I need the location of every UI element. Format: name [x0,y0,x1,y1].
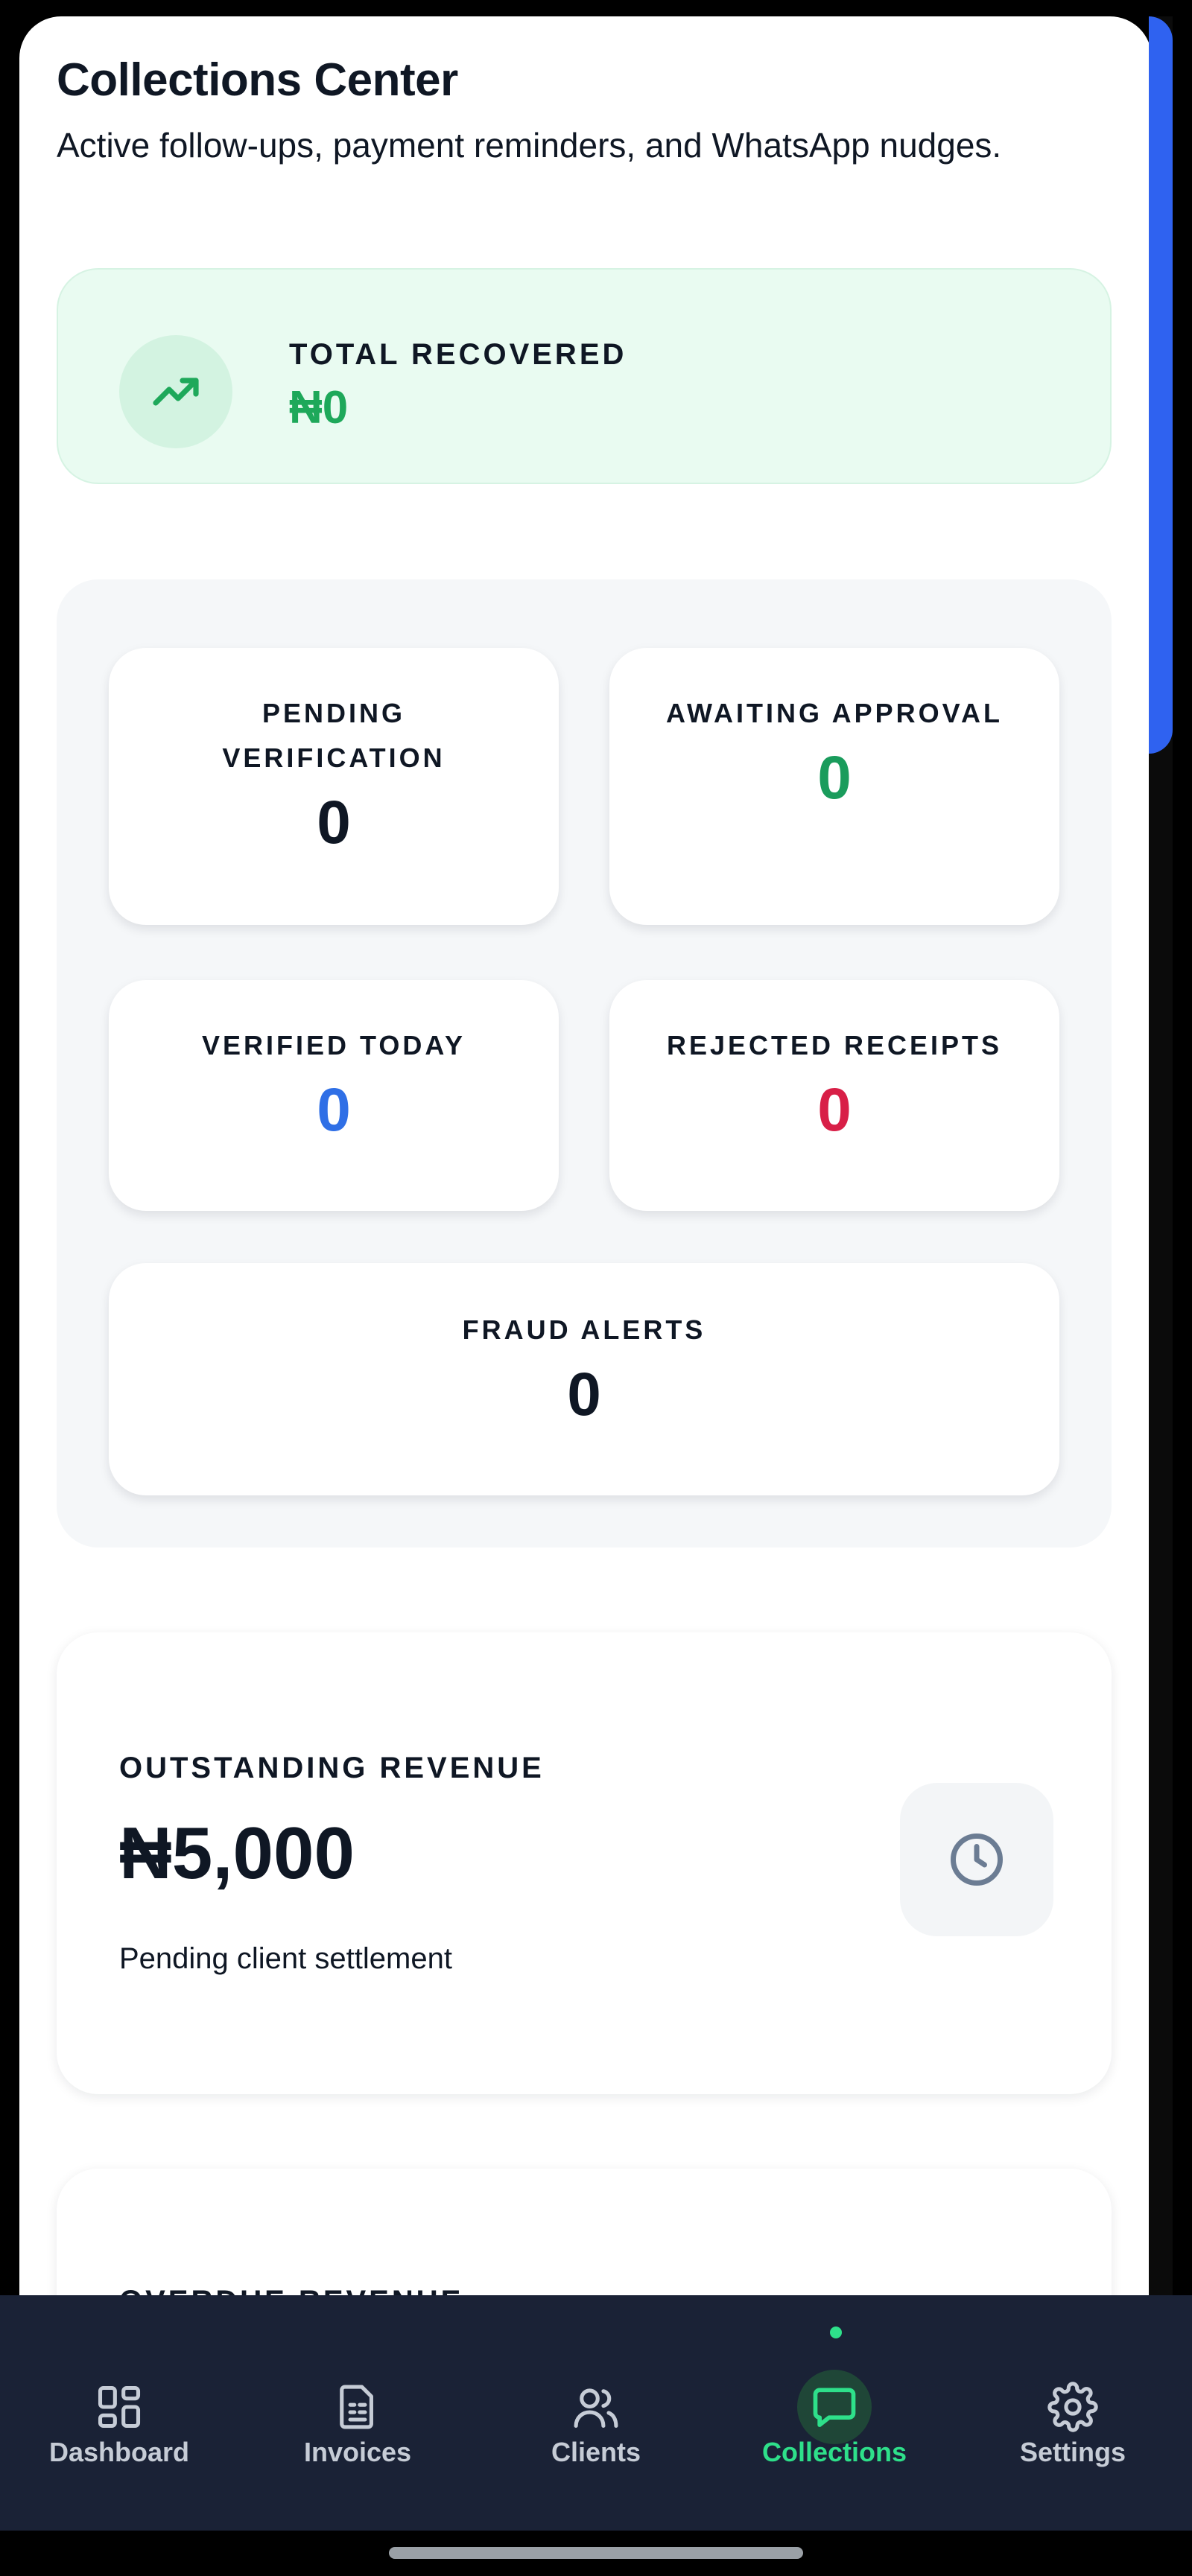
nav-item-clients[interactable]: Clients [477,2295,715,2531]
nav-item-collections[interactable]: Collections [715,2295,954,2531]
outstanding-revenue-note: Pending client settlement [119,1942,452,1975]
collections-sheet: Collections Center Active follow-ups, pa… [19,16,1152,2325]
clock-icon [900,1783,1053,1936]
fraud-alerts-value: 0 [567,1361,601,1428]
total-recovered-value: ₦0 [289,382,349,433]
awaiting-approval-label: AWAITING APPROVAL [665,698,1003,728]
rejected-receipts-label: REJECTED RECEIPTS [666,1030,1003,1060]
verified-today-label: VERIFIED TODAY [201,1030,466,1060]
nav-item-dashboard[interactable]: Dashboard [0,2295,238,2531]
page-title: Collections Center [57,54,458,106]
pending-verification-value: 0 [317,789,351,856]
outstanding-revenue-card[interactable]: OUTSTANDING REVENUE ₦5,000 Pending clien… [57,1632,1112,2094]
awaiting-approval-value: 0 [817,744,852,812]
gear-icon [1036,2370,1110,2444]
verified-today-card[interactable]: VERIFIED TODAY 0 [109,980,559,1211]
nav-label-invoices: Invoices [303,2437,412,2467]
invoice-icon [320,2370,395,2444]
pending-verification-label: PENDING VERIFICATION [222,698,446,773]
awaiting-approval-card[interactable]: AWAITING APPROVAL 0 [609,648,1059,925]
nav-label-dashboard: Dashboard [48,2437,190,2467]
users-icon [559,2370,633,2444]
active-indicator-dot [830,2327,842,2338]
page-subtitle: Active follow-ups, payment reminders, an… [57,126,1002,165]
verified-today-value: 0 [317,1076,351,1144]
app-screen: Collections Center Active follow-ups, pa… [0,0,1192,2576]
rejected-receipts-value: 0 [817,1076,852,1144]
verification-stats-panel: PENDING VERIFICATION 0 AWAITING APPROVAL… [57,579,1112,1548]
total-recovered-card: TOTAL RECOVERED ₦0 [57,268,1112,484]
total-recovered-label: TOTAL RECOVERED [289,338,627,371]
fraud-alerts-label: FRAUD ALERTS [462,1314,706,1345]
fraud-alerts-card[interactable]: FRAUD ALERTS 0 [109,1263,1059,1495]
nav-label-settings: Settings [1019,2437,1126,2467]
nav-item-invoices[interactable]: Invoices [238,2295,477,2531]
nav-label-clients: Clients [551,2437,641,2467]
chat-icon [797,2370,872,2444]
dashboard-icon [82,2370,156,2444]
home-gesture-bar[interactable] [389,2547,803,2559]
outstanding-revenue-label: OUTSTANDING REVENUE [119,1752,545,1784]
pending-verification-card[interactable]: PENDING VERIFICATION 0 [109,648,559,925]
bottom-navigation: Dashboard Invoices Clients Collections S… [0,2295,1192,2531]
trending-up-icon [119,335,232,448]
rejected-receipts-card[interactable]: REJECTED RECEIPTS 0 [609,980,1059,1211]
nav-item-settings[interactable]: Settings [954,2295,1192,2531]
scrollbar-thumb[interactable] [1149,16,1173,754]
outstanding-revenue-value: ₦5,000 [119,1812,355,1894]
nav-label-collections: Collections [761,2437,907,2467]
